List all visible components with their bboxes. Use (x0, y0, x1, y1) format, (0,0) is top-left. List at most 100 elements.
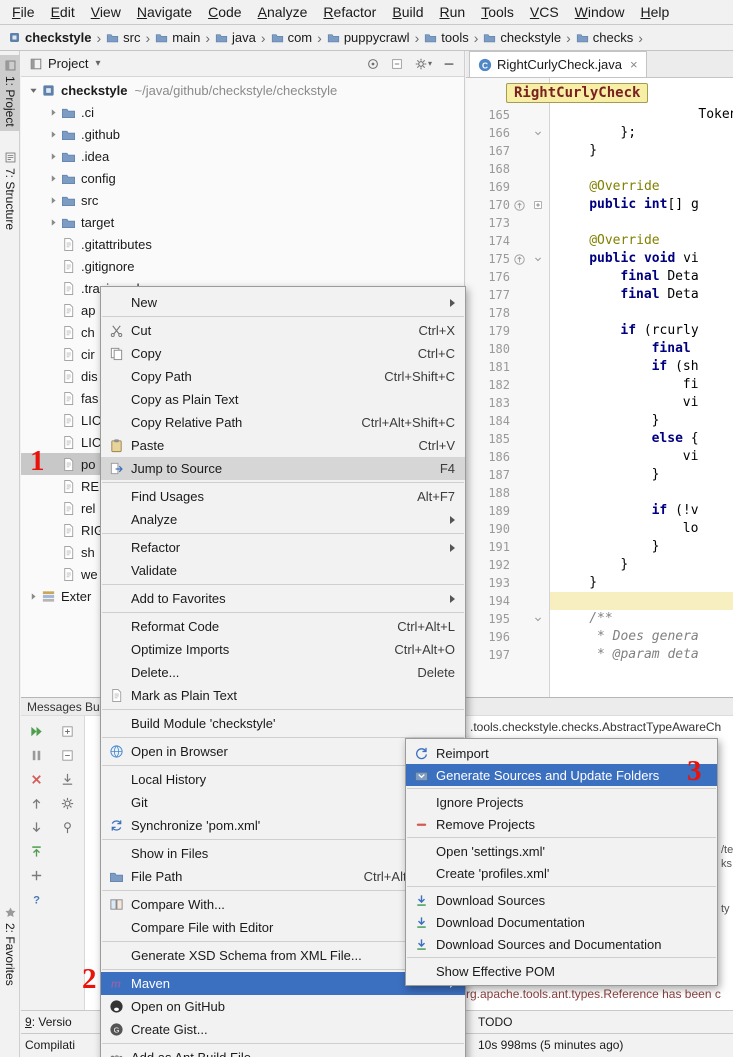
rerun-icon[interactable] (29, 724, 44, 739)
menu-item-download-sources[interactable]: Download Sources (406, 889, 717, 911)
chevron-collapsed-icon[interactable] (45, 107, 61, 118)
menu-item-download-sources-and-documentation[interactable]: Download Sources and Documentation (406, 933, 717, 955)
toolwindow-button-todo[interactable]: TODO (478, 1015, 512, 1029)
menu-item-copy-relative-path[interactable]: Copy Relative PathCtrl+Alt+Shift+C (101, 411, 465, 434)
pause-icon[interactable] (29, 748, 44, 763)
code-line-178[interactable]: 178 (466, 304, 733, 322)
tree-item-config[interactable]: config (21, 167, 464, 189)
locate-icon[interactable] (366, 57, 380, 71)
code-line-197[interactable]: 197* @param deta (466, 646, 733, 664)
tree-item-idea[interactable]: .idea (21, 145, 464, 167)
breadcrumb-item-puppycrawl[interactable]: puppycrawl (327, 30, 410, 45)
chevron-collapsed-icon[interactable] (45, 129, 61, 140)
menubar-item-tools[interactable]: Tools (473, 1, 522, 23)
chevron-collapsed-icon[interactable] (45, 151, 61, 162)
code-line-187[interactable]: 187} (466, 466, 733, 484)
code-line-194[interactable]: 194 (466, 592, 733, 610)
code-line-184[interactable]: 184} (466, 412, 733, 430)
chevron-collapsed-icon[interactable] (45, 195, 61, 206)
menubar-item-vcs[interactable]: VCS (522, 1, 567, 23)
tool-window-button-1-project[interactable]: 1: Project (0, 55, 20, 131)
menubar-item-edit[interactable]: Edit (43, 1, 83, 23)
breadcrumb-item-com[interactable]: com (271, 30, 313, 45)
menu-item-jump-to-source[interactable]: Jump to SourceF4 (101, 457, 465, 480)
code-line-174[interactable]: 174@Override (466, 232, 733, 250)
code-area[interactable]: 165TokenT166};167}168169@Override170publ… (466, 106, 733, 664)
chevron-collapsed-icon[interactable] (45, 173, 61, 184)
menu-item-validate[interactable]: Validate (101, 559, 465, 582)
expand-all-icon[interactable] (60, 724, 75, 739)
override-method-icon[interactable] (510, 199, 529, 212)
menubar-item-file[interactable]: File (4, 1, 43, 23)
code-line-193[interactable]: 193} (466, 574, 733, 592)
tree-item-gitignore[interactable]: .gitignore (21, 255, 464, 277)
menu-item-find-usages[interactable]: Find UsagesAlt+F7 (101, 485, 465, 508)
next-message-icon[interactable] (29, 820, 44, 835)
breadcrumb-item-checkstyle[interactable]: checkstyle (483, 30, 561, 45)
code-line-167[interactable]: 167} (466, 142, 733, 160)
code-line-190[interactable]: 190lo (466, 520, 733, 538)
code-line-170[interactable]: 170public int[] g (466, 196, 733, 214)
menu-item-reimport[interactable]: Reimport (406, 742, 717, 764)
collapse-all-icon[interactable] (60, 748, 75, 763)
tree-item-target[interactable]: target (21, 211, 464, 233)
code-line-182[interactable]: 182fi (466, 376, 733, 394)
menu-item-reformat-code[interactable]: Reformat CodeCtrl+Alt+L (101, 615, 465, 638)
settings-gear-icon[interactable]: ▾ (414, 57, 432, 71)
menubar-item-build[interactable]: Build (384, 1, 431, 23)
code-line-175[interactable]: 175public void vi (466, 250, 733, 268)
code-line-195[interactable]: 195/** (466, 610, 733, 628)
menu-item-mark-as-plain-text[interactable]: Mark as Plain Text (101, 684, 465, 707)
help-icon[interactable]: ? (29, 892, 44, 907)
menu-item-copy[interactable]: CopyCtrl+C (101, 342, 465, 365)
code-line-169[interactable]: 169@Override (466, 178, 733, 196)
breadcrumb-item-java[interactable]: java (215, 30, 256, 45)
fold-collapse-icon[interactable] (529, 253, 547, 265)
code-line-181[interactable]: 181if (sh (466, 358, 733, 376)
menu-item-copy-path[interactable]: Copy PathCtrl+Shift+C (101, 365, 465, 388)
menu-item-copy-as-plain-text[interactable]: Copy as Plain Text (101, 388, 465, 411)
tree-item-src[interactable]: src (21, 189, 464, 211)
menu-item-new[interactable]: New (101, 291, 465, 314)
close-icon[interactable]: × (630, 57, 638, 72)
toolwindow-button-version-control[interactable]: 9: Versio (25, 1015, 72, 1029)
previous-message-icon[interactable] (29, 796, 44, 811)
code-line-165[interactable]: 165TokenT (466, 106, 733, 124)
tree-item-gitattributes[interactable]: .gitattributes (21, 233, 464, 255)
menu-item-cut[interactable]: CutCtrl+X (101, 319, 465, 342)
code-line-183[interactable]: 183vi (466, 394, 733, 412)
menu-item-create-profiles-xml[interactable]: Create 'profiles.xml' (406, 862, 717, 884)
code-line-185[interactable]: 185else { (466, 430, 733, 448)
menu-item-add-to-favorites[interactable]: Add to Favorites (101, 587, 465, 610)
menubar-item-run[interactable]: Run (431, 1, 473, 23)
menubar-item-analyze[interactable]: Analyze (250, 1, 316, 23)
code-line-168[interactable]: 168 (466, 160, 733, 178)
breadcrumb-item-tools[interactable]: tools (424, 30, 468, 45)
code-line-189[interactable]: 189if (!v (466, 502, 733, 520)
code-line-179[interactable]: 179if (rcurly (466, 322, 733, 340)
tree-item-github[interactable]: .github (21, 123, 464, 145)
menubar-item-window[interactable]: Window (567, 1, 633, 23)
menu-item-optimize-imports[interactable]: Optimize ImportsCtrl+Alt+O (101, 638, 465, 661)
add-icon[interactable] (29, 868, 44, 883)
tool-window-button-7-structure[interactable]: 7: Structure (0, 147, 20, 234)
menu-item-show-effective-pom[interactable]: Show Effective POM (406, 960, 717, 982)
chevron-expanded-icon[interactable] (25, 85, 41, 96)
menu-item-add-as-ant-build-file[interactable]: Add as Ant Build File (101, 1046, 465, 1057)
code-line-180[interactable]: 180final (466, 340, 733, 358)
code-line-166[interactable]: 166}; (466, 124, 733, 142)
breadcrumb-item-src[interactable]: src (106, 30, 140, 45)
menubar-item-navigate[interactable]: Navigate (129, 1, 200, 23)
chevron-down-icon[interactable]: ▾ (95, 58, 100, 69)
breadcrumb-item-checks[interactable]: checks (576, 30, 633, 45)
tree-item-ci[interactable]: .ci (21, 101, 464, 123)
chevron-collapsed-icon[interactable] (45, 217, 61, 228)
close-icon[interactable] (29, 772, 44, 787)
collapse-all-icon[interactable] (390, 57, 404, 71)
menu-item-delete[interactable]: Delete...Delete (101, 661, 465, 684)
menu-item-download-documentation[interactable]: Download Documentation (406, 911, 717, 933)
menubar-item-view[interactable]: View (83, 1, 129, 23)
menu-item-generate-sources-and-update-folders[interactable]: Generate Sources and Update Folders (406, 764, 717, 786)
menu-item-build-module-checkstyle[interactable]: Build Module 'checkstyle' (101, 712, 465, 735)
menu-item-analyze[interactable]: Analyze (101, 508, 465, 531)
